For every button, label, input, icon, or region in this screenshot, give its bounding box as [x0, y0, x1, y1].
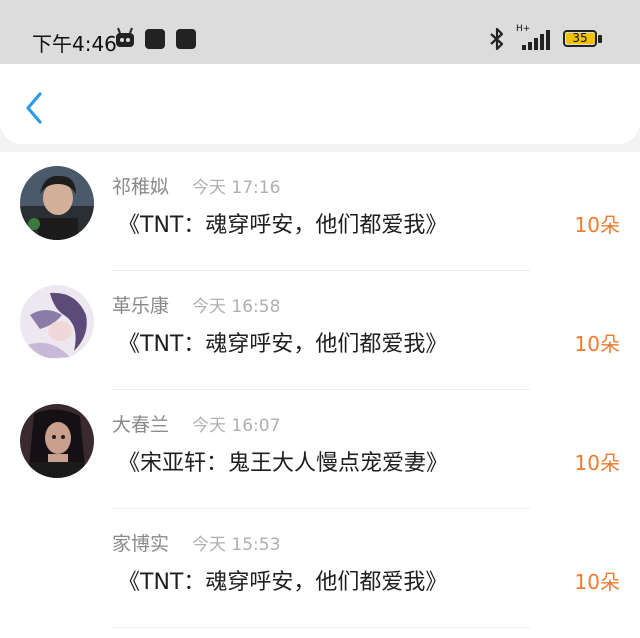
- status-time: 下午4:46: [32, 32, 117, 56]
- flower-count: 10朵: [574, 213, 620, 237]
- flower-count: 10朵: [574, 570, 620, 594]
- list-item[interactable]: 大春兰 今天 16:07 《宋亚轩：鬼王大人慢点宠爱妻》 10朵: [0, 390, 640, 509]
- message-time: 今天 17:16: [192, 178, 281, 198]
- robot-icon: [116, 27, 134, 47]
- signal-icon: [522, 30, 550, 50]
- sender-name: 大春兰: [112, 414, 170, 436]
- message-time: 今天 15:53: [192, 535, 281, 555]
- notification-icon: [145, 29, 165, 49]
- divider: [112, 627, 530, 628]
- status-bar: 下午4:46 H+ 35: [0, 0, 640, 64]
- nav-bar: [0, 64, 640, 144]
- flower-count: 10朵: [574, 451, 620, 475]
- battery-icon: 35: [563, 30, 597, 47]
- book-title[interactable]: 《TNT：魂穿呼安，他们都爱我》: [118, 564, 447, 596]
- bluetooth-icon: [490, 27, 504, 51]
- book-title[interactable]: 《TNT：魂穿呼安，他们都爱我》: [118, 207, 447, 239]
- book-title[interactable]: 《宋亚轩：鬼王大人慢点宠爱妻》: [118, 445, 448, 477]
- list-item[interactable]: 祁稚姒 今天 17:16 《TNT：魂穿呼安，他们都爱我》 10朵: [0, 152, 640, 271]
- flower-count: 10朵: [574, 332, 620, 356]
- sender-name: 祁稚姒: [112, 176, 170, 198]
- list-item[interactable]: 革乐康 今天 16:58 《TNT：魂穿呼安，他们都爱我》 10朵: [0, 271, 640, 390]
- book-title[interactable]: 《TNT：魂穿呼安，他们都爱我》: [118, 326, 447, 358]
- message-time: 今天 16:07: [192, 416, 281, 436]
- sender-name: 家博实: [112, 533, 170, 555]
- battery-cap: [598, 35, 602, 43]
- notification-icon: [176, 29, 196, 49]
- avatar[interactable]: [20, 404, 94, 478]
- message-list: 祁稚姒 今天 17:16 《TNT：魂穿呼安，他们都爱我》 10朵 革乐康 今天…: [0, 152, 640, 638]
- sender-name: 革乐康: [112, 295, 170, 317]
- list-item[interactable]: 家博实 今天 15:53 《TNT：魂穿呼安，他们都爱我》 10朵: [0, 509, 640, 628]
- avatar[interactable]: [20, 166, 94, 240]
- message-time: 今天 16:58: [192, 297, 281, 317]
- avatar[interactable]: [20, 285, 94, 359]
- battery-level: 35: [572, 31, 588, 45]
- chevron-left-icon[interactable]: [18, 84, 54, 128]
